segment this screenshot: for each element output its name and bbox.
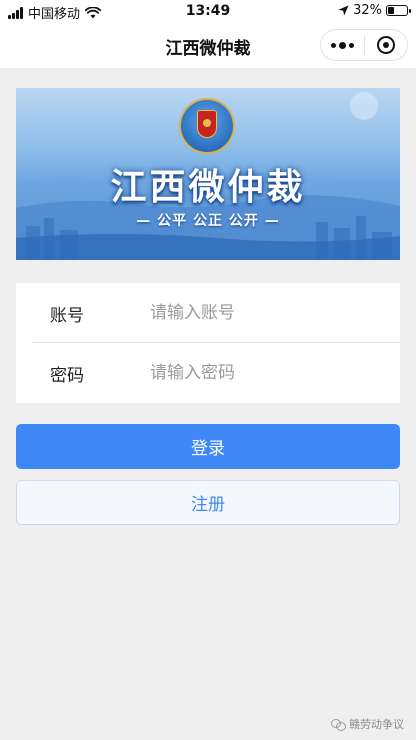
password-input[interactable] (150, 357, 386, 389)
more-button[interactable] (321, 30, 364, 60)
account-row: 账号 (16, 283, 400, 343)
mini-program-capsule (320, 29, 408, 61)
battery-fill (388, 7, 394, 14)
password-label: 密码 (50, 366, 84, 386)
password-row: 密码 (16, 343, 400, 403)
watermark-text: 赣劳动争议 (349, 718, 404, 731)
location-arrow-icon (338, 5, 349, 16)
wechat-watermark: 赣劳动争议 (331, 716, 404, 732)
banner-title: 江西微仲裁 (110, 166, 306, 208)
login-form: 账号 密码 (16, 283, 400, 403)
banner-image: 江西微仲裁 — 公平 公正 公开 — (16, 88, 400, 260)
arbitration-emblem-icon (179, 98, 235, 154)
account-label: 账号 (50, 306, 84, 326)
battery-icon (386, 5, 411, 16)
battery-percent: 32% (353, 3, 382, 18)
wechat-icon (331, 718, 346, 731)
banner-slogan: — 公平 公正 公开 — (136, 213, 280, 229)
register-button[interactable]: 注册 (16, 480, 400, 525)
app-page: 中国移动 13:49 32% 江西微仲裁 江西微仲裁 — 公平 公正 公开 — … (0, 0, 416, 740)
close-mini-program-button[interactable] (365, 30, 408, 60)
target-close-icon (376, 36, 395, 54)
login-button[interactable]: 登录 (16, 424, 400, 469)
status-right: 32% (338, 3, 411, 18)
account-input[interactable] (150, 297, 386, 329)
status-bar: 中国移动 13:49 32% (0, 0, 416, 24)
nav-bar: 江西微仲裁 (0, 24, 416, 68)
more-dots-icon (330, 41, 354, 49)
